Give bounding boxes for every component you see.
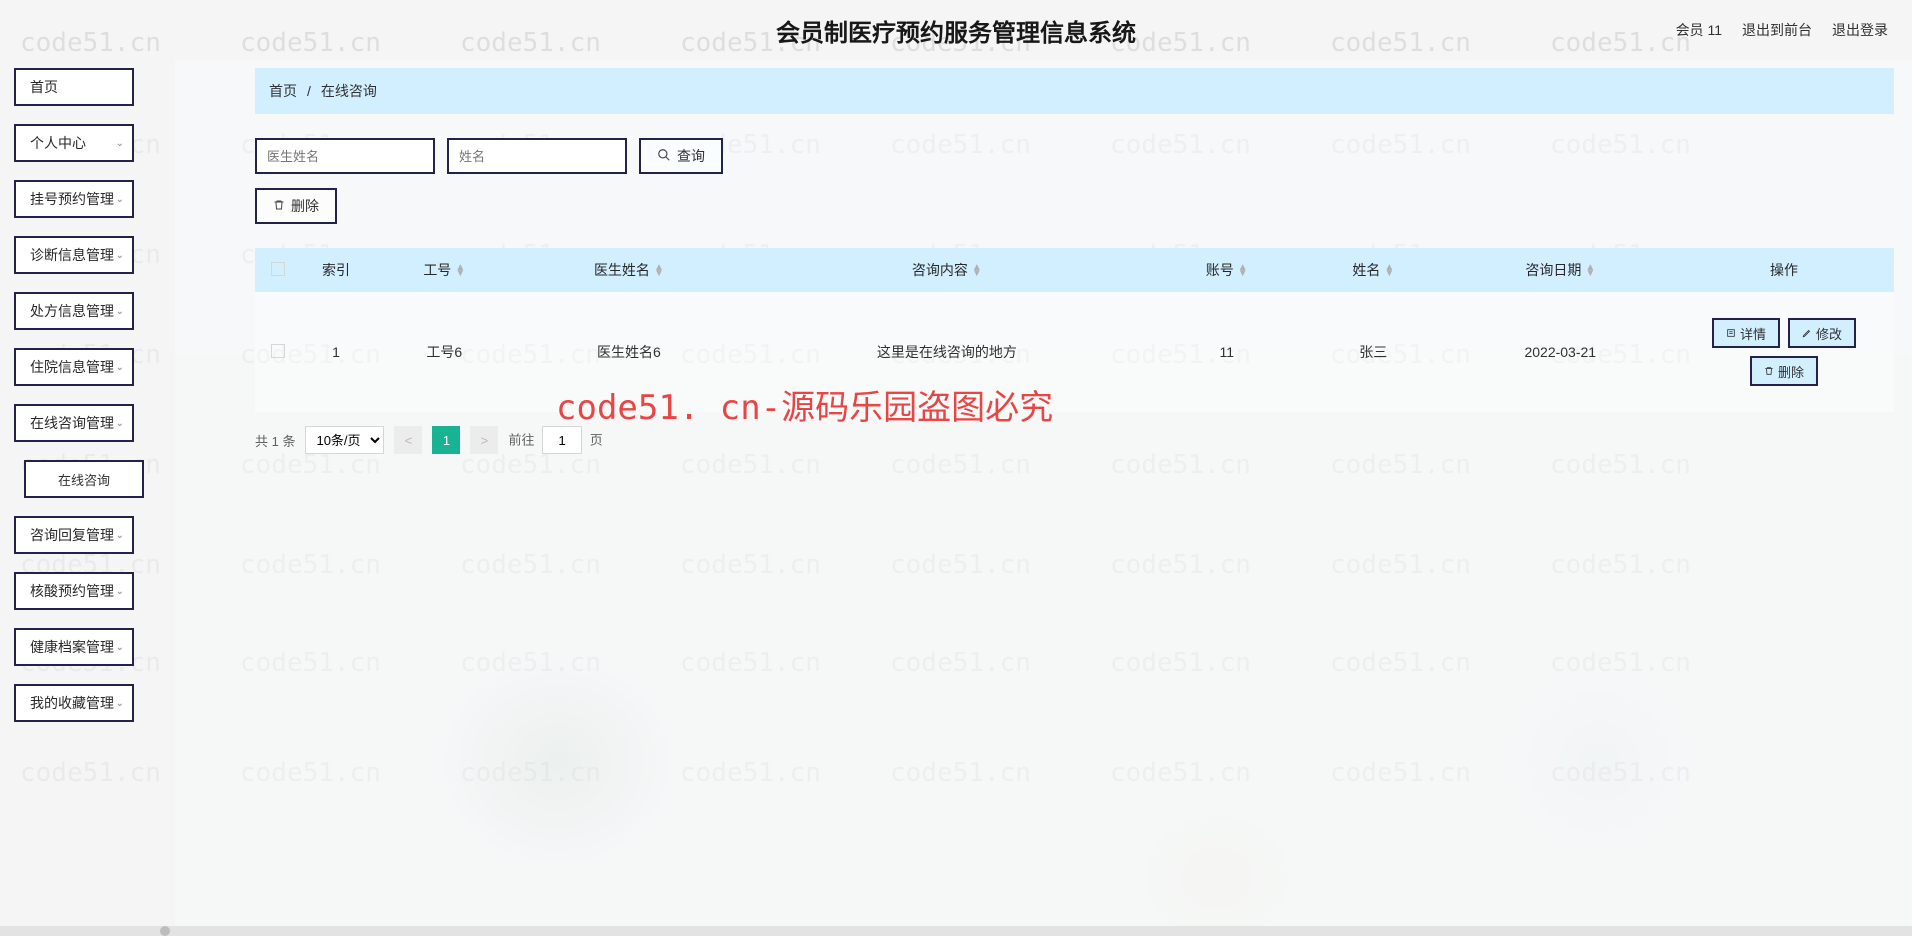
link-to-front[interactable]: 退出到前台: [1742, 20, 1812, 40]
page-number-active[interactable]: 1: [432, 426, 460, 454]
sidebar-sub-online-consult[interactable]: 在线咨询: [24, 460, 144, 498]
app-title: 会员制医疗预约服务管理信息系统: [776, 13, 1136, 48]
cell-idx: 1: [301, 292, 371, 412]
chevron-down-icon: ⌄: [116, 138, 124, 149]
list-icon: [1726, 326, 1736, 341]
select-all-checkbox[interactable]: [271, 262, 285, 276]
horizontal-scrollbar[interactable]: [0, 926, 1912, 936]
chevron-down-icon: ⌄: [116, 250, 124, 261]
search-button-label: 查询: [677, 146, 705, 166]
sidebar-item-label: 个人中心: [30, 133, 86, 153]
cell-content: 这里是在线咨询的地方: [740, 292, 1153, 412]
table-row: 1 工号6 医生姓名6 这里是在线咨询的地方 11 张三 2022-03-21 …: [255, 292, 1894, 412]
search-name[interactable]: [447, 138, 627, 174]
col-index: 索引: [322, 262, 350, 278]
cell-docname: 医生姓名6: [518, 292, 741, 412]
sidebar-item-label: 健康档案管理: [30, 637, 114, 657]
main-content: 首页 / 在线咨询 查询 删除 索引 工号 ▲▼ 医生姓名 ▲▼ 咨询内容 ▲▼ 账号: [175, 60, 1912, 926]
delete-button[interactable]: 删除: [1750, 356, 1818, 386]
header-user[interactable]: 会员 11: [1676, 20, 1722, 40]
sidebar: 首页 个人中心⌄挂号预约管理⌄诊断信息管理⌄处方信息管理⌄住院信息管理⌄在线咨询…: [0, 60, 165, 926]
cell-account: 11: [1153, 292, 1300, 412]
sidebar-item[interactable]: 在线咨询管理⌄: [14, 404, 134, 442]
chevron-down-icon: ⌄: [116, 362, 124, 373]
sidebar-item[interactable]: 咨询回复管理⌄: [14, 516, 134, 554]
col-ops: 操作: [1770, 262, 1798, 278]
sidebar-item-label: 核酸预约管理: [30, 581, 114, 601]
pager-total: 共 1 条: [255, 431, 295, 450]
sidebar-item[interactable]: 诊断信息管理⌄: [14, 236, 134, 274]
cell-jobno: 工号6: [371, 292, 518, 412]
page-size-select[interactable]: 10条/页: [305, 426, 384, 454]
sidebar-item-label: 诊断信息管理: [30, 245, 114, 265]
sidebar-item-label: 在线咨询管理: [30, 413, 114, 433]
sort-icon[interactable]: ▲▼: [1585, 265, 1595, 277]
cell-uname: 张三: [1300, 292, 1447, 412]
trash-icon: [273, 198, 285, 214]
detail-button[interactable]: 详情: [1712, 318, 1780, 348]
detail-label: 详情: [1740, 324, 1766, 343]
sidebar-item[interactable]: 处方信息管理⌄: [14, 292, 134, 330]
chevron-down-icon: ⌄: [116, 194, 124, 205]
search-icon: [657, 148, 671, 165]
delete-label: 删除: [1778, 362, 1804, 381]
sidebar-item-label: 住院信息管理: [30, 357, 114, 377]
sort-icon[interactable]: ▲▼: [1238, 265, 1248, 277]
sort-icon[interactable]: ▲▼: [455, 265, 465, 277]
pager-jump-suffix: 页: [590, 433, 603, 448]
trash-icon: [1764, 364, 1774, 379]
col-date[interactable]: 咨询日期: [1525, 262, 1581, 278]
sidebar-item-label: 咨询回复管理: [30, 525, 114, 545]
breadcrumb-home[interactable]: 首页: [269, 81, 297, 101]
chevron-down-icon: ⌄: [116, 586, 124, 597]
sidebar-item[interactable]: 健康档案管理⌄: [14, 628, 134, 666]
breadcrumb: 首页 / 在线咨询: [255, 68, 1894, 114]
sidebar-item-label: 我的收藏管理: [30, 693, 114, 713]
chevron-down-icon: ⌄: [116, 418, 124, 429]
search-bar: 查询: [255, 138, 1894, 174]
sidebar-home[interactable]: 首页: [14, 68, 134, 106]
sidebar-item[interactable]: 住院信息管理⌄: [14, 348, 134, 386]
col-docname[interactable]: 医生姓名: [594, 262, 650, 278]
pager-jump-label: 前往: [508, 433, 534, 448]
sidebar-item[interactable]: 我的收藏管理⌄: [14, 684, 134, 722]
col-uname[interactable]: 姓名: [1352, 262, 1380, 278]
next-page-button[interactable]: >: [470, 426, 498, 454]
search-button[interactable]: 查询: [639, 138, 723, 174]
app-header: 会员制医疗预约服务管理信息系统 会员 11 退出到前台 退出登录: [0, 0, 1912, 60]
edit-button[interactable]: 修改: [1788, 318, 1856, 348]
bulk-delete-label: 删除: [291, 196, 319, 216]
pagination: 共 1 条 10条/页 < 1 > 前往 页: [255, 426, 1894, 454]
link-logout[interactable]: 退出登录: [1832, 20, 1888, 40]
sidebar-item[interactable]: 挂号预约管理⌄: [14, 180, 134, 218]
prev-page-button[interactable]: <: [394, 426, 422, 454]
chevron-down-icon: ⌄: [116, 642, 124, 653]
sidebar-item-label: 处方信息管理: [30, 301, 114, 321]
sidebar-item-label: 挂号预约管理: [30, 189, 114, 209]
sidebar-sub-label: 在线咨询: [58, 470, 110, 489]
edit-label: 修改: [1816, 324, 1842, 343]
sort-icon[interactable]: ▲▼: [1384, 265, 1394, 277]
row-checkbox[interactable]: [271, 344, 285, 358]
sidebar-item[interactable]: 核酸预约管理⌄: [14, 572, 134, 610]
col-account[interactable]: 账号: [1206, 262, 1234, 278]
cell-date: 2022-03-21: [1447, 292, 1674, 412]
edit-icon: [1802, 326, 1812, 341]
col-jobno[interactable]: 工号: [423, 262, 451, 278]
bulk-delete-button[interactable]: 删除: [255, 188, 337, 224]
sort-icon[interactable]: ▲▼: [972, 265, 982, 277]
sidebar-home-label: 首页: [30, 77, 58, 97]
data-table: 索引 工号 ▲▼ 医生姓名 ▲▼ 咨询内容 ▲▼ 账号 ▲▼ 姓名 ▲▼ 咨询日期 ▲▼ 操…: [255, 248, 1894, 412]
search-doctor-name[interactable]: [255, 138, 435, 174]
col-content[interactable]: 咨询内容: [912, 262, 968, 278]
breadcrumb-sep: /: [307, 83, 311, 99]
chevron-down-icon: ⌄: [116, 306, 124, 317]
page-jump-input[interactable]: [542, 426, 582, 454]
sidebar-item[interactable]: 个人中心 ⌄: [14, 124, 134, 162]
breadcrumb-current: 在线咨询: [321, 81, 377, 101]
sort-icon[interactable]: ▲▼: [654, 265, 664, 277]
chevron-down-icon: ⌄: [116, 530, 124, 541]
chevron-down-icon: ⌄: [116, 698, 124, 709]
